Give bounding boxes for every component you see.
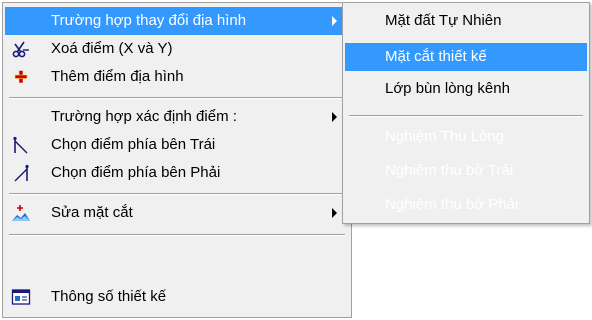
submenu-item-left-bank-acceptance: Nghiệm thu bờ Trái (345, 157, 587, 185)
menu-item-edit-section[interactable]: Sửa mặt cắt (5, 199, 349, 227)
submenu-item-design-section[interactable]: Mặt cắt thiết kế (345, 43, 587, 71)
menu-item-label: Trường hợp xác định điểm : (51, 108, 237, 125)
right-point-icon (11, 163, 31, 183)
design-params-icon (11, 287, 31, 307)
menu-item-label: Trường hợp thay đổi địa hình (51, 12, 247, 29)
menu-separator (9, 97, 345, 99)
menu-item-label: Thêm điểm địa hình (51, 68, 184, 85)
menu-item-label: Lớp bùn lòng kênh (385, 80, 510, 97)
menu-item-label: Nghiệm thu bờ Trái (385, 162, 514, 179)
menu-item-label: Chọn điểm phía bên Phải (51, 164, 221, 181)
menu-item-add-terrain-point[interactable]: Thêm điểm địa hình (5, 63, 349, 91)
context-menu: Trường hợp thay đổi địa hình Xoá điểm (X… (2, 2, 352, 318)
submenu-item-bed-acceptance: Nghiệm Thu Lòng (345, 123, 587, 151)
menu-item-label: Mặt đất Tự Nhiên (385, 12, 502, 29)
submenu-arrow-icon (332, 16, 337, 26)
submenu-item-channel-mud-layer[interactable]: Lớp bùn lòng kênh (345, 75, 587, 103)
menu-separator (9, 234, 345, 236)
menu-item-point-determination[interactable]: Trường hợp xác định điểm : (5, 103, 349, 131)
menu-item-label: Thông số thiết kế (51, 288, 167, 305)
menu-item-design-parameters[interactable]: Thông số thiết kế (5, 283, 349, 311)
menu-separator (9, 193, 345, 195)
terrain-change-submenu: Mặt đất Tự Nhiên Mặt cắt thiết kế Lớp bù… (342, 2, 590, 224)
submenu-arrow-icon (332, 208, 337, 218)
menu-item-label: Nghiệm thu bờ Phải (385, 196, 519, 213)
menu-item-label: Sửa mặt cắt (51, 204, 133, 221)
scissors-icon (11, 39, 31, 59)
menu-item-select-left-point[interactable]: Chọn điểm phía bên Trái (5, 131, 349, 159)
menu-item-terrain-change[interactable]: Trường hợp thay đổi địa hình (5, 7, 349, 35)
menu-item-label: Mặt cắt thiết kế (385, 48, 487, 65)
menu-item-label: Chọn điểm phía bên Trái (51, 136, 216, 153)
edit-section-icon (11, 203, 31, 223)
menu-item-label: Nghiệm Thu Lòng (385, 128, 504, 145)
menu-separator (349, 115, 583, 117)
left-point-icon (11, 135, 31, 155)
menu-item-select-right-point[interactable]: Chọn điểm phía bên Phải (5, 159, 349, 187)
submenu-item-right-bank-acceptance: Nghiệm thu bờ Phải (345, 191, 587, 219)
submenu-item-natural-ground[interactable]: Mặt đất Tự Nhiên (345, 7, 587, 35)
submenu-arrow-icon (332, 112, 337, 122)
menu-item-label: Xoá điểm (X và Y) (51, 40, 173, 57)
menu-item-delete-point[interactable]: Xoá điểm (X và Y) (5, 35, 349, 63)
plus-icon (11, 67, 31, 87)
